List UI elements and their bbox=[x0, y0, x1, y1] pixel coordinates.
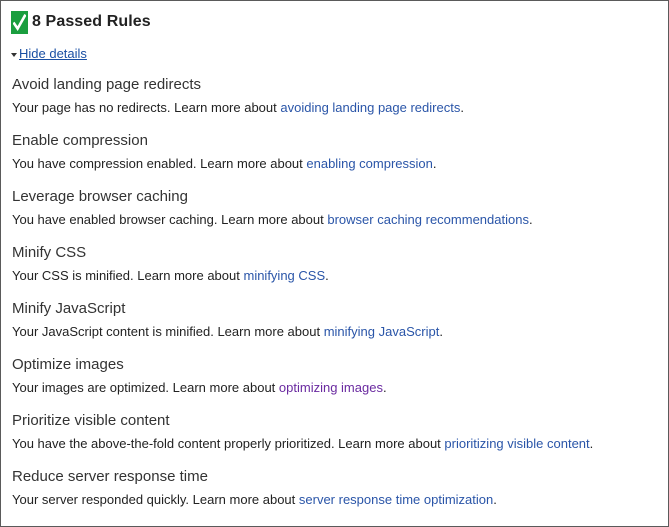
rule-description-end: . bbox=[382, 380, 387, 395]
rule-description: You have enabled browser caching. Learn … bbox=[12, 209, 662, 231]
rule-item: Leverage browser caching You have enable… bbox=[12, 185, 662, 241]
rule-item: Optimize images Your images are optimize… bbox=[12, 353, 662, 409]
rule-title: Leverage browser caching bbox=[12, 188, 188, 205]
rule-description-end: . bbox=[493, 492, 497, 507]
rule-description-text: You have the above-the-fold content prop… bbox=[12, 436, 445, 451]
rule-item: Prioritize visible content You have the … bbox=[12, 409, 662, 465]
rule-item: Enable compression You have compression … bbox=[12, 129, 662, 185]
hide-details-toggle[interactable]: Hide details bbox=[11, 46, 87, 61]
check-icon bbox=[11, 10, 28, 34]
rule-title: Minify CSS bbox=[12, 244, 87, 261]
rule-title: Avoid landing page redirects bbox=[12, 76, 202, 93]
rule-learn-more-link[interactable]: optimizing images bbox=[279, 380, 383, 395]
rule-title: Enable compression bbox=[12, 132, 148, 149]
rule-learn-more-link[interactable]: minifying CSS bbox=[243, 268, 325, 283]
rule-description-text: You have compression enabled. Learn more… bbox=[12, 156, 307, 171]
passed-rules-panel: 8 Passed Rules Hide details Avoid landin… bbox=[0, 0, 669, 527]
rule-description-text: Your JavaScript content is minified. Lea… bbox=[12, 324, 324, 339]
rule-description: Your images are optimized. Learn more ab… bbox=[12, 377, 662, 399]
rule-description-text: Your server responded quickly. Learn mor… bbox=[12, 492, 299, 507]
rule-learn-more-link[interactable]: enabling compression bbox=[306, 156, 432, 171]
rule-learn-more-link[interactable]: avoiding landing page redirects bbox=[280, 100, 460, 115]
rule-title: Minify JavaScript bbox=[12, 300, 126, 317]
rule-description: You have compression enabled. Learn more… bbox=[12, 153, 662, 175]
rule-learn-more-link[interactable]: prioritizing visible content bbox=[444, 436, 589, 451]
passed-rules-title: 8 Passed Rules bbox=[32, 13, 151, 30]
caret-down-icon bbox=[11, 52, 17, 57]
rule-description-end: . bbox=[325, 268, 329, 283]
rule-description: You have the above-the-fold content prop… bbox=[12, 433, 662, 455]
rule-description-end: . bbox=[432, 156, 437, 171]
hide-details-link[interactable]: Hide details bbox=[19, 46, 87, 61]
rule-description-end: . bbox=[528, 212, 533, 227]
rule-description: Your page has no redirects. Learn more a… bbox=[12, 97, 662, 119]
rule-description: Your server responded quickly. Learn mor… bbox=[12, 489, 662, 511]
rule-description-end: . bbox=[460, 100, 464, 115]
rule-description: Your JavaScript content is minified. Lea… bbox=[12, 321, 662, 343]
rule-item: Minify JavaScript Your JavaScript conten… bbox=[12, 297, 662, 353]
rule-title: Prioritize visible content bbox=[12, 412, 170, 429]
rule-description-end: . bbox=[589, 436, 594, 451]
rule-description-text: Your images are optimized. Learn more ab… bbox=[12, 380, 279, 395]
rule-title: Reduce server response time bbox=[12, 468, 208, 485]
rule-description-text: Your CSS is minified. Learn more about bbox=[12, 268, 244, 283]
rule-item: Minify CSS Your CSS is minified. Learn m… bbox=[12, 241, 662, 297]
rules-list: Avoid landing page redirects Your page h… bbox=[12, 73, 662, 521]
rule-description-end: . bbox=[439, 324, 443, 339]
rule-description-text: You have enabled browser caching. Learn … bbox=[12, 212, 328, 227]
rule-description-text: Your page has no redirects. Learn more a… bbox=[12, 100, 281, 115]
rule-learn-more-link[interactable]: browser caching recommendations bbox=[327, 212, 529, 227]
rule-title: Optimize images bbox=[12, 356, 124, 373]
passed-rules-header: 8 Passed Rules bbox=[11, 10, 151, 34]
rule-learn-more-link[interactable]: minifying JavaScript bbox=[324, 324, 440, 339]
rule-item: Reduce server response time Your server … bbox=[12, 465, 662, 521]
rule-description: Your CSS is minified. Learn more about m… bbox=[12, 265, 662, 287]
rule-item: Avoid landing page redirects Your page h… bbox=[12, 73, 662, 129]
rule-learn-more-link[interactable]: server response time optimization bbox=[299, 492, 493, 507]
